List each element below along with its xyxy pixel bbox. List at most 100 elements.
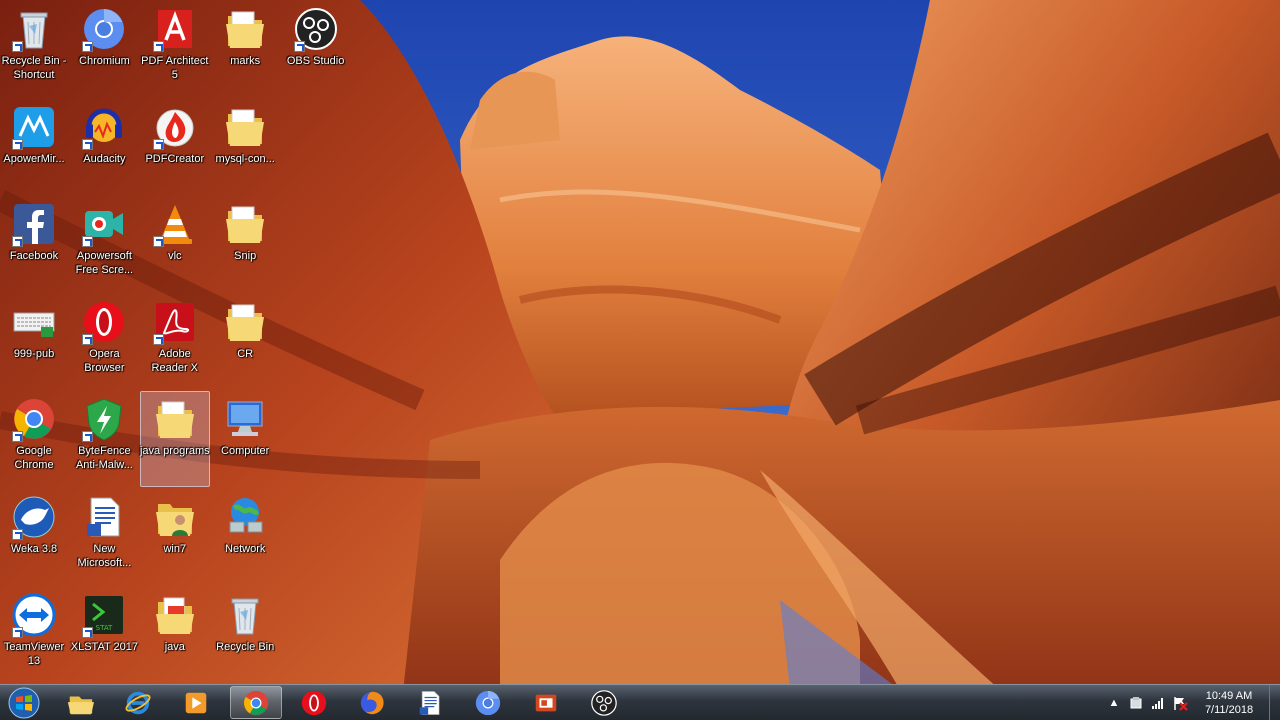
facebook-icon: [11, 201, 57, 248]
desktop-icon-label: Facebook: [9, 250, 59, 263]
desktop-icon-label: marks: [230, 55, 261, 67]
media-player-icon: [185, 692, 207, 713]
opera-icon: [81, 299, 127, 345]
shortcut-arrow-icon: [82, 41, 94, 52]
desktop-icon[interactable]: Network: [210, 489, 280, 585]
desktop-icon[interactable]: TeamViewer 13: [0, 587, 69, 683]
desktop-icon-label: ByteFence Anti-Malw...: [75, 445, 133, 472]
taskbar-button[interactable]: [288, 686, 340, 719]
desktop-icon-label: Audacity: [83, 152, 126, 165]
clock[interactable]: 10:49 AM 7/11/2018: [1195, 689, 1263, 717]
computer-icon: [222, 396, 268, 442]
desktop-icon-label: mysql-con...: [215, 152, 275, 165]
desktop-icon[interactable]: Weka 3.8: [0, 489, 69, 585]
desktop-icon[interactable]: win7: [140, 489, 210, 585]
svg-text:STAT: STAT: [96, 624, 113, 632]
desktop-icon[interactable]: Snip: [210, 196, 280, 292]
desktop-icon[interactable]: PDFCreator: [140, 99, 210, 195]
desktop-icon[interactable]: vlc: [140, 196, 210, 292]
desktop-icon-label: vlc: [168, 250, 182, 263]
teamviewer-icon: [11, 592, 57, 638]
taskbar: ▲ 10:49 AM 7/11/2018: [0, 684, 1280, 720]
chrome-icon: [11, 396, 57, 443]
obs-icon: [293, 6, 339, 52]
desktop-icon[interactable]: Recycle Bin: [210, 587, 280, 683]
taskbar-button[interactable]: [230, 686, 282, 719]
desktop-icon[interactable]: STAT XLSTAT 2017: [69, 587, 139, 683]
desktop-icon-label: Recycle Bin: [216, 640, 275, 653]
desktop-icon[interactable]: ByteFence Anti-Malw...: [69, 391, 139, 487]
desktop-icon[interactable]: java: [140, 587, 210, 683]
show-hidden-icons-arrow[interactable]: ▲: [1105, 694, 1123, 712]
desktop-icon[interactable]: Facebook: [0, 196, 69, 292]
desktop: Recycle Bin - Shortcut Chromium PDF Archit…: [0, 0, 1280, 684]
windows-start-icon: [8, 687, 40, 719]
desktop-icon[interactable]: Apowersoft Free Scre...: [69, 196, 139, 292]
audacity-icon: [81, 104, 127, 150]
shortcut-arrow-icon: [152, 138, 164, 150]
taskbar-button[interactable]: [520, 686, 572, 719]
weka-icon: [11, 494, 57, 540]
desktop-icon[interactable]: java programs: [139, 391, 210, 488]
desktop-icon[interactable]: Computer: [210, 391, 280, 487]
internet-explorer-icon: [125, 691, 151, 714]
document-icon: [419, 690, 440, 715]
vlc-icon: [152, 201, 198, 248]
recycle-bin-icon: [11, 6, 57, 52]
desktop-icon[interactable]: Chromium: [69, 1, 139, 97]
desktop-icon-label: PDF Architect 5: [141, 55, 209, 81]
desktop-icon-label: PDFCreator: [145, 152, 205, 165]
taskbar-button[interactable]: [578, 686, 630, 719]
adobe-reader-icon: [152, 299, 198, 345]
shortcut-arrow-icon: [12, 138, 23, 150]
desktop-icon[interactable]: Audacity: [69, 99, 139, 195]
signal-icon[interactable]: [1149, 694, 1167, 712]
powerpoint-icon: [535, 694, 557, 711]
folder-icon: [222, 6, 268, 52]
shortcut-arrow-icon: [12, 626, 23, 638]
desktop-icon[interactable]: marks: [210, 1, 280, 97]
shortcut-arrow-icon: [152, 236, 164, 248]
shortcut-arrow-icon: [293, 41, 305, 52]
desktop-icon-label: Network: [225, 543, 266, 555]
taskbar-button[interactable]: [54, 686, 106, 719]
opera-icon: [301, 690, 327, 715]
desktop-icon[interactable]: New Microsoft...: [69, 489, 139, 585]
pdf-architect-icon: [152, 6, 198, 52]
shortcut-arrow-icon: [152, 333, 164, 345]
shortcut-arrow-icon: [152, 41, 164, 52]
desktop-icon[interactable]: Opera Browser: [69, 294, 139, 390]
taskbar-button[interactable]: [112, 686, 164, 719]
desktop-icon-label: Computer: [221, 445, 270, 458]
desktop-icon-label: ApowerMir...: [3, 152, 65, 165]
desktop-icon[interactable]: Adobe Reader X: [140, 294, 210, 390]
taskbar-button[interactable]: [404, 686, 456, 719]
bytefence-icon: [81, 396, 127, 443]
taskbar-button[interactable]: [462, 686, 514, 719]
taskbar-button[interactable]: [346, 686, 398, 719]
show-desktop-button[interactable]: [1269, 685, 1280, 720]
start-button[interactable]: [4, 686, 44, 720]
taskbar-button[interactable]: [170, 686, 222, 719]
desktop-icon-label: Snip: [234, 250, 257, 263]
desktop-icon-label: New Microsoft...: [77, 543, 132, 569]
network-icon: [222, 494, 268, 540]
desktop-icon[interactable]: ApowerMir...: [0, 99, 69, 195]
desktop-icon[interactable]: OBS Studio: [281, 1, 351, 97]
desktop-icon[interactable]: 999-pub: [0, 294, 69, 390]
chromium-icon: [475, 690, 501, 715]
desktop-icon[interactable]: CR: [210, 294, 280, 390]
pdfcreator-icon: [152, 104, 198, 150]
firefox-icon: [360, 691, 384, 714]
folder-icon: [222, 104, 268, 150]
desktop-icon-label: Opera Browser: [84, 347, 125, 374]
device-icon[interactable]: [1127, 694, 1145, 712]
desktop-icon[interactable]: mysql-con...: [210, 99, 280, 195]
flag-icon[interactable]: [1171, 694, 1189, 712]
desktop-icon[interactable]: Google Chrome: [0, 391, 69, 487]
apowersoft-recorder-icon: [81, 201, 127, 248]
desktop-icon[interactable]: PDF Architect 5: [140, 1, 210, 97]
desktop-icon-label: java programs: [139, 445, 210, 458]
desktop-icon-label: win7: [163, 543, 187, 555]
desktop-icon[interactable]: Recycle Bin - Shortcut: [0, 1, 69, 97]
